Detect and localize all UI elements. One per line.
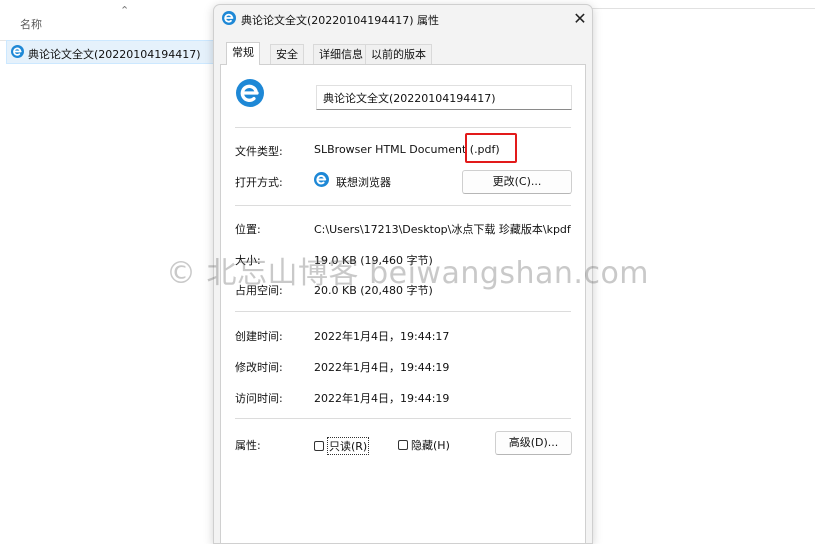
tab-strip: 常规 安全 详细信息 以前的版本 xyxy=(220,42,590,65)
open-with-value: 联想浏览器 xyxy=(336,176,391,189)
tab-previous-versions[interactable]: 以前的版本 xyxy=(365,44,432,64)
dialog-title: 典论论文全文(20220104194417) 属性 xyxy=(241,14,440,27)
change-button[interactable]: 更改(C)... xyxy=(462,170,572,194)
selected-file-name: 典论论文全文(20220104194417) xyxy=(28,48,201,61)
hidden-label: 隐藏(H) xyxy=(411,439,450,452)
size-label: 大小: xyxy=(235,254,261,267)
size-on-disk-value: 20.0 KB (20,480 字节) xyxy=(314,284,433,297)
divider xyxy=(235,205,571,206)
sort-ascending-icon: ⌃ xyxy=(120,4,130,17)
modified-value: 2022年1月4日，19:44:19 xyxy=(314,361,450,374)
checkbox-box[interactable] xyxy=(314,441,324,451)
accessed-label: 访问时间: xyxy=(235,392,283,405)
location-label: 位置: xyxy=(235,223,261,236)
file-name-input[interactable]: 典论论文全文(20220104194417) xyxy=(316,85,572,110)
close-icon[interactable]: ✕ xyxy=(569,8,591,30)
hidden-checkbox[interactable]: 隐藏(H) xyxy=(398,437,450,453)
created-label: 创建时间: xyxy=(235,330,283,343)
advanced-button[interactable]: 高级(D)... xyxy=(495,431,572,455)
selected-file-row[interactable]: 典论论文全文(20220104194417) xyxy=(6,40,215,64)
divider xyxy=(235,311,571,312)
general-tab-panel: 典论论文全文(20220104194417) 文件类型: SLBrowser H… xyxy=(220,64,586,544)
readonly-checkbox[interactable]: 只读(R) xyxy=(314,437,370,455)
file-type-label: 文件类型: xyxy=(235,145,283,158)
tab-security[interactable]: 安全 xyxy=(270,44,304,64)
tab-details[interactable]: 详细信息 xyxy=(313,44,369,64)
location-value: C:\Users\17213\Desktop\冰点下载 珍藏版本\kpdf xyxy=(314,223,571,236)
tab-general[interactable]: 常规 xyxy=(226,42,260,65)
header-divider xyxy=(592,8,815,9)
accessed-value: 2022年1月4日，19:44:19 xyxy=(314,392,450,405)
properties-dialog: 典论论文全文(20220104194417) 属性 ✕ 常规 安全 详细信息 以… xyxy=(213,4,593,544)
app-icon xyxy=(222,11,236,28)
column-header-name[interactable]: 名称 xyxy=(20,16,42,32)
open-with-label: 打开方式: xyxy=(235,176,283,189)
size-on-disk-label: 占用空间: xyxy=(235,284,283,297)
created-value: 2022年1月4日，19:44:17 xyxy=(314,330,450,343)
modified-label: 修改时间: xyxy=(235,361,283,374)
divider xyxy=(235,127,571,128)
divider xyxy=(235,418,571,419)
checkbox-box[interactable] xyxy=(398,440,408,450)
attributes-label: 属性: xyxy=(235,439,261,452)
readonly-label: 只读(R) xyxy=(327,437,370,455)
browser-file-icon xyxy=(11,45,24,61)
file-type-large-icon xyxy=(236,79,264,110)
dialog-titlebar[interactable]: 典论论文全文(20220104194417) 属性 ✕ xyxy=(214,5,592,35)
red-highlight-box xyxy=(465,133,517,163)
column-header[interactable]: 名称 ⌃ xyxy=(0,0,215,41)
browser-icon xyxy=(314,172,329,190)
size-value: 19.0 KB (19,460 字节) xyxy=(314,254,433,267)
